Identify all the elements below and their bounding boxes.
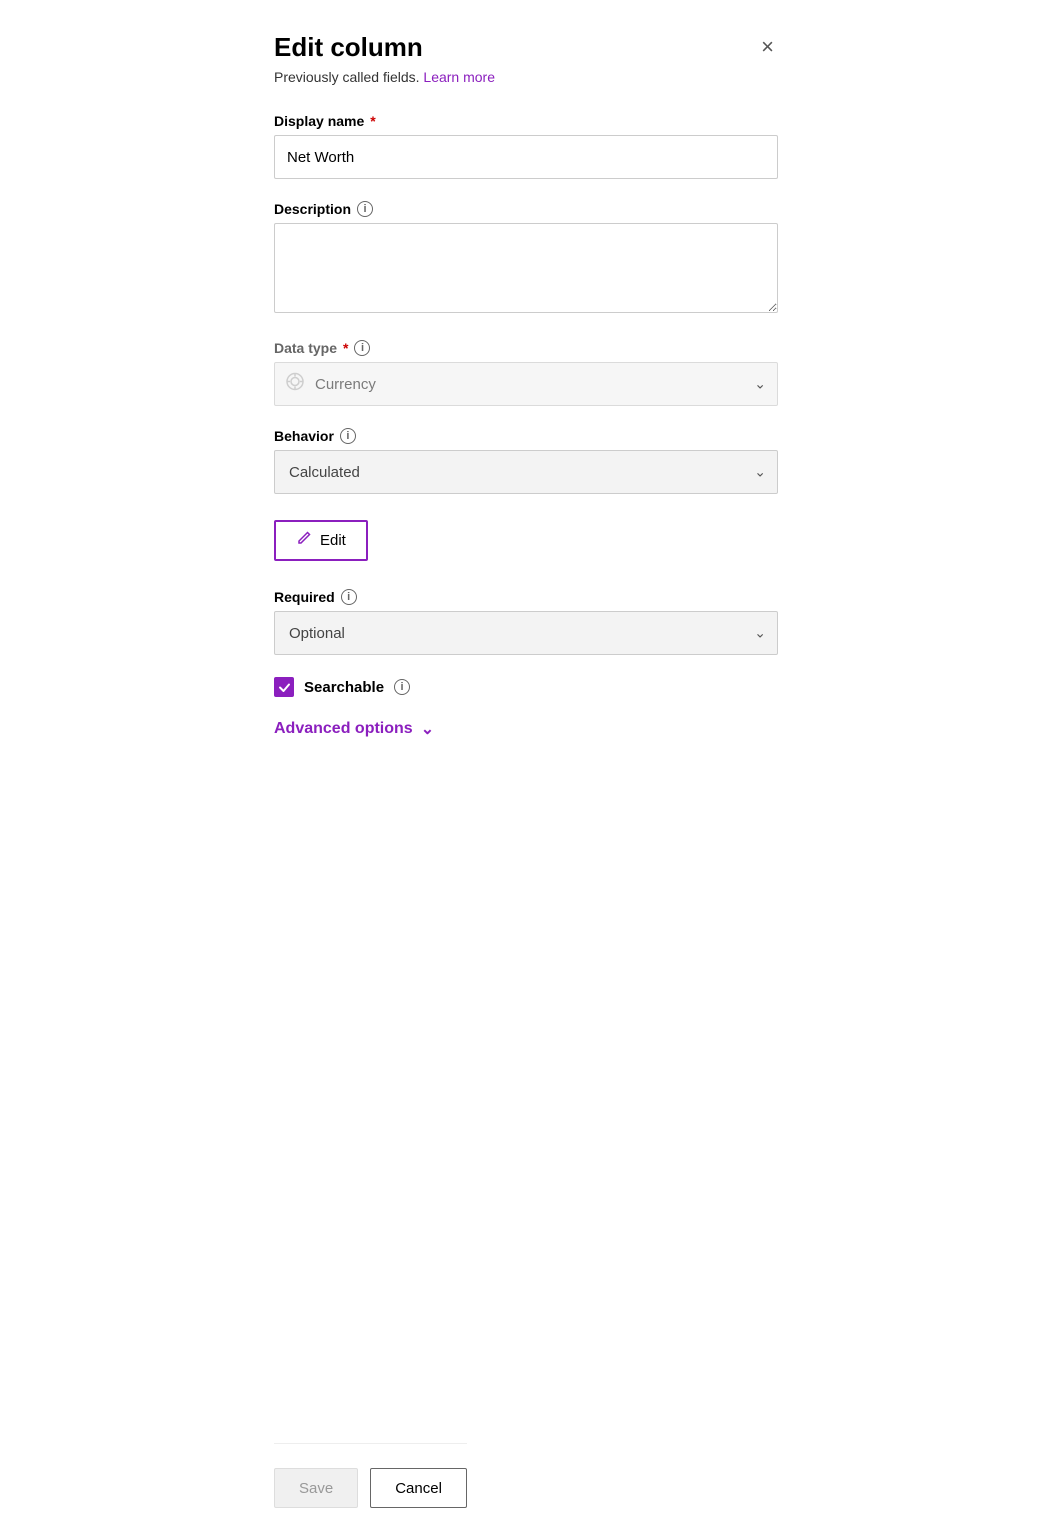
display-name-input[interactable] <box>274 135 778 179</box>
data-type-label: Data type * i <box>274 340 778 356</box>
description-group: Description i <box>274 201 778 318</box>
display-name-group: Display name * <box>274 113 778 179</box>
behavior-select-wrapper: Calculated ⌄ <box>274 450 778 494</box>
required-info-icon: i <box>341 589 357 605</box>
behavior-info-icon: i <box>340 428 356 444</box>
searchable-label: Searchable <box>304 679 384 696</box>
data-type-group: Data type * i Currency ⌄ <box>274 340 778 406</box>
edit-column-panel: Edit column × Previously called fields. … <box>246 0 806 1540</box>
required-group: Required i Optional ⌄ <box>274 589 778 655</box>
edit-button[interactable]: Edit <box>274 520 368 561</box>
required-select[interactable]: Optional <box>274 611 778 655</box>
description-label: Description i <box>274 201 778 217</box>
cancel-button[interactable]: Cancel <box>370 1468 467 1508</box>
searchable-row: Searchable i <box>274 677 778 697</box>
data-type-info-icon: i <box>354 340 370 356</box>
required-star: * <box>370 113 375 129</box>
searchable-info-icon: i <box>394 679 410 695</box>
display-name-label: Display name * <box>274 113 778 129</box>
required-select-wrapper: Optional ⌄ <box>274 611 778 655</box>
edit-pencil-icon <box>296 530 312 551</box>
panel-title: Edit column <box>274 32 423 63</box>
close-button[interactable]: × <box>757 32 778 62</box>
searchable-checkbox[interactable] <box>274 677 294 697</box>
panel-header: Edit column × <box>274 32 778 63</box>
learn-more-link[interactable]: Learn more <box>423 69 495 85</box>
behavior-label: Behavior i <box>274 428 778 444</box>
behavior-group: Behavior i Calculated ⌄ <box>274 428 778 494</box>
required-label: Required i <box>274 589 778 605</box>
panel-subtitle: Previously called fields. Learn more <box>274 69 778 85</box>
behavior-select[interactable]: Calculated <box>274 450 778 494</box>
footer: Save Cancel <box>274 1443 467 1508</box>
description-input[interactable] <box>274 223 778 313</box>
description-info-icon: i <box>357 201 373 217</box>
advanced-options-chevron-icon: ⌄ <box>421 719 434 739</box>
data-type-required-star: * <box>343 340 348 356</box>
save-button[interactable]: Save <box>274 1468 358 1508</box>
advanced-options-button[interactable]: Advanced options ⌄ <box>274 719 778 739</box>
edit-button-group: Edit <box>274 516 778 567</box>
data-type-select-wrapper: Currency ⌄ <box>274 362 778 406</box>
data-type-select[interactable]: Currency <box>274 362 778 406</box>
